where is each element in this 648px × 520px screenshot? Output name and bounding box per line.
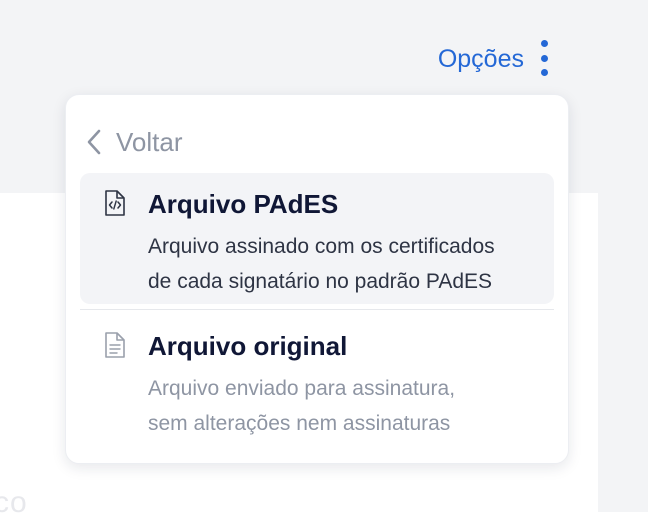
back-button[interactable]: Voltar <box>86 125 183 159</box>
menu-item-description-line: sem alterações nem assinaturas <box>148 412 451 435</box>
menu-item-description: Arquivo enviado para assinatura, sem alt… <box>148 371 548 441</box>
page-background-strip <box>598 193 648 512</box>
options-dropdown: Voltar Arquivo PAdES Arquivo assinado co… <box>65 94 569 464</box>
file-text-icon <box>105 332 125 358</box>
kebab-dot <box>540 69 548 76</box>
menu-item-title: Arquivo PAdES <box>148 189 339 219</box>
file-code-icon <box>105 190 125 216</box>
background-partial-text: co <box>0 486 28 519</box>
menu-item-description-line: Arquivo enviado para assinatura, <box>148 377 456 400</box>
menu-item-description-line: de cada signatário no padrão PAdES <box>148 270 493 293</box>
chevron-left-icon <box>87 129 101 155</box>
kebab-dot <box>540 54 548 62</box>
menu-item-description-line: Arquivo assinado com os certificados <box>148 235 495 258</box>
options-button[interactable]: Opções <box>438 45 524 74</box>
menu-item-original[interactable]: Arquivo original Arquivo enviado para as… <box>80 315 554 443</box>
menu-divider <box>80 309 554 310</box>
menu-item-title: Arquivo original <box>148 331 348 361</box>
menu-item-pades[interactable]: Arquivo PAdES Arquivo assinado com os ce… <box>80 173 554 304</box>
menu-item-description: Arquivo assinado com os certificados de … <box>148 229 548 299</box>
kebab-menu-icon[interactable] <box>536 40 552 76</box>
back-label: Voltar <box>116 126 183 157</box>
kebab-dot <box>540 40 548 47</box>
